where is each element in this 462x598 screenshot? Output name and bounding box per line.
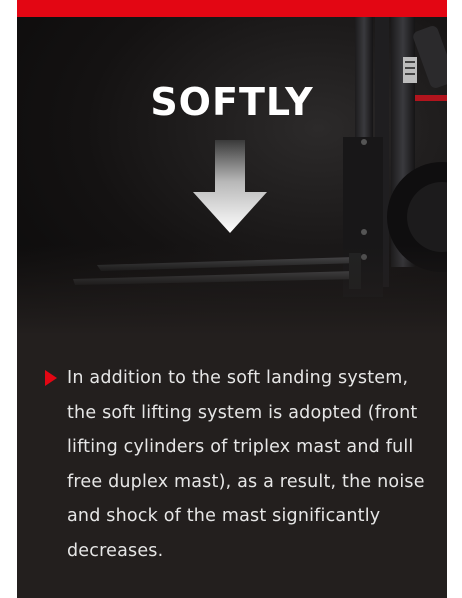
top-accent-bar (17, 0, 447, 17)
feature-description: In addition to the soft landing system, … (45, 361, 435, 568)
description-text: In addition to the soft landing system, … (67, 368, 425, 561)
photo-fade (17, 245, 447, 335)
triangle-bullet-icon (45, 370, 57, 386)
feature-card: SOFTLY In addition to the soft landing s… (17, 0, 447, 598)
down-arrow-icon (193, 140, 267, 233)
feature-title: SOFTLY (150, 80, 314, 124)
